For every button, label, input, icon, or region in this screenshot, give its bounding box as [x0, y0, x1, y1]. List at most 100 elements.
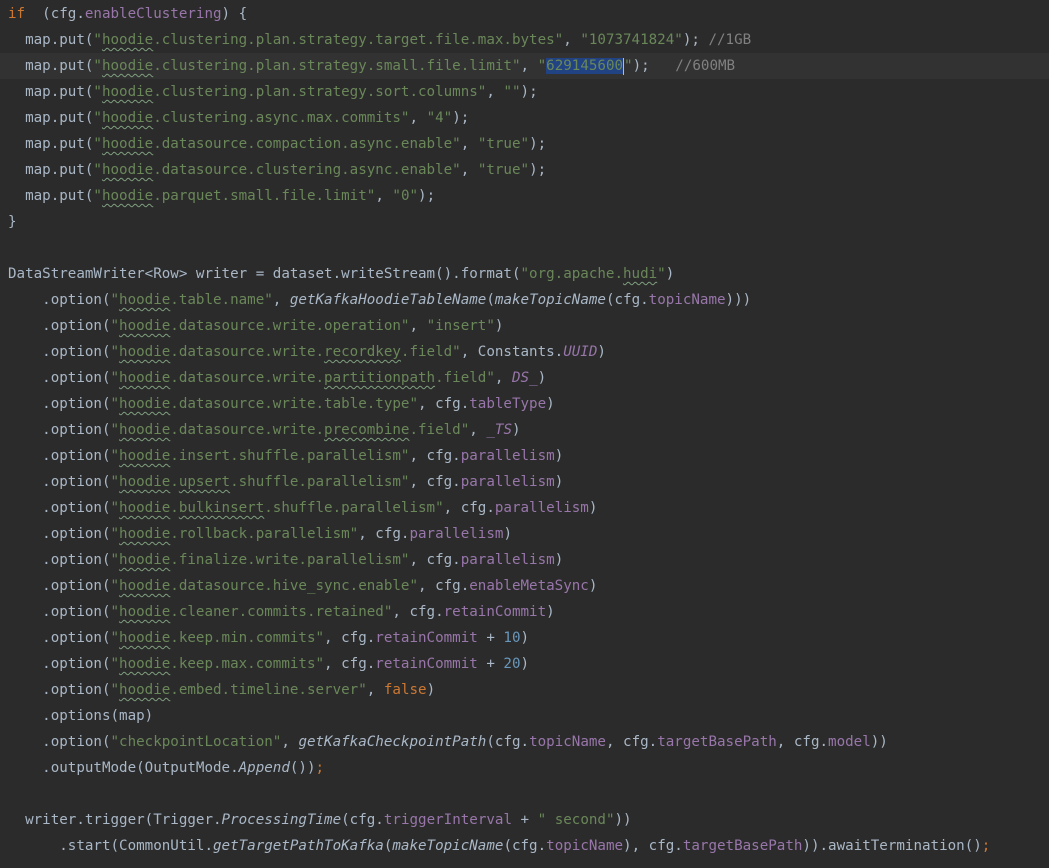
code-token: " — [93, 188, 102, 204]
code-token: "1073741824" — [580, 32, 683, 48]
code-line[interactable]: .option("hoodie.embed.timeline.server", … — [0, 677, 1049, 703]
code-token: .keep.max.commits" — [170, 656, 325, 672]
code-token: " — [110, 474, 120, 490]
code-line[interactable]: .start(CommonUtil.getTargetPathToKafka(m… — [0, 833, 1049, 859]
code-token: tableType — [469, 396, 547, 412]
code-token: , — [281, 734, 299, 750]
code-line[interactable]: .outputMode(OutputMode.Append()); — [0, 755, 1049, 781]
code-token: hoodie — [119, 604, 171, 620]
code-token: hoodie — [119, 422, 171, 438]
code-line[interactable]: .option("hoodie.datasource.write.table.t… — [0, 391, 1049, 417]
code-line[interactable]: map.put("hoodie.datasource.clustering.as… — [0, 157, 1049, 183]
code-line[interactable]: .option("hoodie.table.name", getKafkaHoo… — [0, 287, 1049, 313]
code-token: "true" — [477, 136, 530, 152]
code-token: ) — [494, 318, 504, 334]
code-token: ) — [554, 552, 564, 568]
code-token: hoodie — [101, 136, 154, 152]
code-token: .field" — [435, 370, 495, 386]
code-token: .insert.shuffle.parallelism" — [170, 448, 410, 464]
code-token: .option( — [8, 604, 111, 620]
code-token: .option( — [8, 578, 111, 594]
code-line[interactable]: writer.trigger(Trigger.ProcessingTime(cf… — [0, 807, 1049, 833]
code-token: topicName — [529, 734, 606, 750]
code-token: hoodie — [119, 526, 171, 542]
code-token: , cfg. — [409, 474, 461, 490]
code-token: ; — [315, 760, 325, 776]
code-token: ) — [588, 578, 598, 594]
code-token: " — [110, 344, 120, 360]
code-token: "4" — [426, 110, 453, 126]
code-token: , — [375, 188, 393, 204]
code-token: .option( — [8, 344, 111, 360]
code-line[interactable]: map.put("hoodie.datasource.compaction.as… — [0, 131, 1049, 157]
code-line[interactable]: .options(map) — [0, 703, 1049, 729]
code-token: ) — [546, 396, 555, 412]
code-token: hoodie — [101, 110, 154, 126]
code-line[interactable]: .option("hoodie.datasource.hive_sync.ena… — [0, 573, 1049, 599]
code-token: , cfg. — [392, 604, 444, 620]
code-token: " — [93, 58, 102, 74]
code-line[interactable]: map.put("hoodie.parquet.small.file.limit… — [0, 183, 1049, 209]
code-token: recordkey — [324, 344, 401, 360]
code-line[interactable]: .option("hoodie.upsert.shuffle.paralleli… — [0, 469, 1049, 495]
code-line[interactable]: .option("hoodie.datasource.write.precomb… — [0, 417, 1049, 443]
code-token: .finalize.write.parallelism" — [170, 552, 410, 568]
code-token: ); — [529, 136, 547, 152]
code-token: + — [477, 630, 504, 646]
code-line[interactable]: map.put("hoodie.clustering.async.max.com… — [0, 105, 1049, 131]
code-token: , — [563, 32, 581, 48]
code-line[interactable]: if (cfg.enableClustering) { — [0, 1, 1049, 27]
code-line[interactable]: .option("hoodie.datasource.write.partiti… — [0, 365, 1049, 391]
code-token: .datasource.clustering.async.enable" — [153, 162, 461, 178]
code-token: ); — [418, 188, 436, 204]
code-token: enableClustering — [84, 6, 222, 22]
code-line[interactable]: .option("hoodie.cleaner.commits.retained… — [0, 599, 1049, 625]
code-token: ) — [597, 344, 606, 360]
code-token: , Constants. — [460, 344, 564, 360]
code-token: " — [93, 84, 102, 100]
code-token: .datasource.write.table.type" — [170, 396, 419, 412]
code-token: " — [110, 552, 120, 568]
code-line[interactable]: .option("hoodie.finalize.write.paralleli… — [0, 547, 1049, 573]
code-token: ) — [426, 682, 436, 698]
code-token: .datasource.write.operation" — [170, 318, 410, 334]
code-token: "" — [503, 84, 521, 100]
code-token: ) — [665, 266, 675, 282]
code-token: makeTopicName — [494, 292, 606, 308]
code-token: " — [110, 448, 120, 464]
selected-text: 629145600 — [546, 58, 624, 74]
code-line[interactable]: map.put("hoodie.clustering.plan.strategy… — [0, 79, 1049, 105]
code-token: ); — [452, 110, 470, 126]
code-token: )) — [870, 734, 888, 750]
code-line[interactable]: DataStreamWriter<Row> writer = dataset.w… — [0, 261, 1049, 287]
code-token: (cfg. — [486, 734, 530, 750]
code-editor[interactable]: if (cfg.enableClustering) { map.put("hoo… — [0, 0, 1049, 868]
code-token: hoodie — [119, 396, 171, 412]
code-line[interactable] — [0, 781, 1049, 807]
code-token: hoodie — [119, 552, 171, 568]
code-line[interactable]: map.put("hoodie.clustering.plan.strategy… — [0, 53, 1049, 79]
code-line[interactable]: .option("hoodie.insert.shuffle.paralleli… — [0, 443, 1049, 469]
code-token: . — [170, 474, 179, 490]
code-token: .field" — [409, 422, 470, 438]
code-line[interactable]: .option("hoodie.rollback.parallelism", c… — [0, 521, 1049, 547]
code-line[interactable]: .option("hoodie.keep.max.commits", cfg.r… — [0, 651, 1049, 677]
code-line[interactable]: .option("hoodie.datasource.write.operati… — [0, 313, 1049, 339]
code-token: makeTopicName — [392, 838, 504, 854]
code-line[interactable]: .option("hoodie.bulkinsert.shuffle.paral… — [0, 495, 1049, 521]
code-line[interactable]: } — [0, 209, 1049, 235]
code-token: writer.trigger(Trigger. — [8, 812, 222, 828]
code-token: " — [93, 162, 102, 178]
code-token: hoodie — [101, 84, 154, 100]
code-token: "insert" — [426, 318, 495, 334]
code-token: , cfg. — [776, 734, 829, 750]
code-line[interactable]: .option("hoodie.keep.min.commits", cfg.r… — [0, 625, 1049, 651]
code-line[interactable]: .option("hoodie.datasource.write.recordk… — [0, 339, 1049, 365]
code-line[interactable]: .option("checkpointLocation", getKafkaCh… — [0, 729, 1049, 755]
code-token: , cfg. — [409, 552, 461, 568]
code-line[interactable] — [0, 235, 1049, 261]
code-token: )) — [614, 812, 632, 828]
code-token: .clustering.plan.strategy.sort.columns" — [153, 84, 487, 100]
code-line[interactable]: map.put("hoodie.clustering.plan.strategy… — [0, 27, 1049, 53]
code-token: " — [93, 32, 102, 48]
